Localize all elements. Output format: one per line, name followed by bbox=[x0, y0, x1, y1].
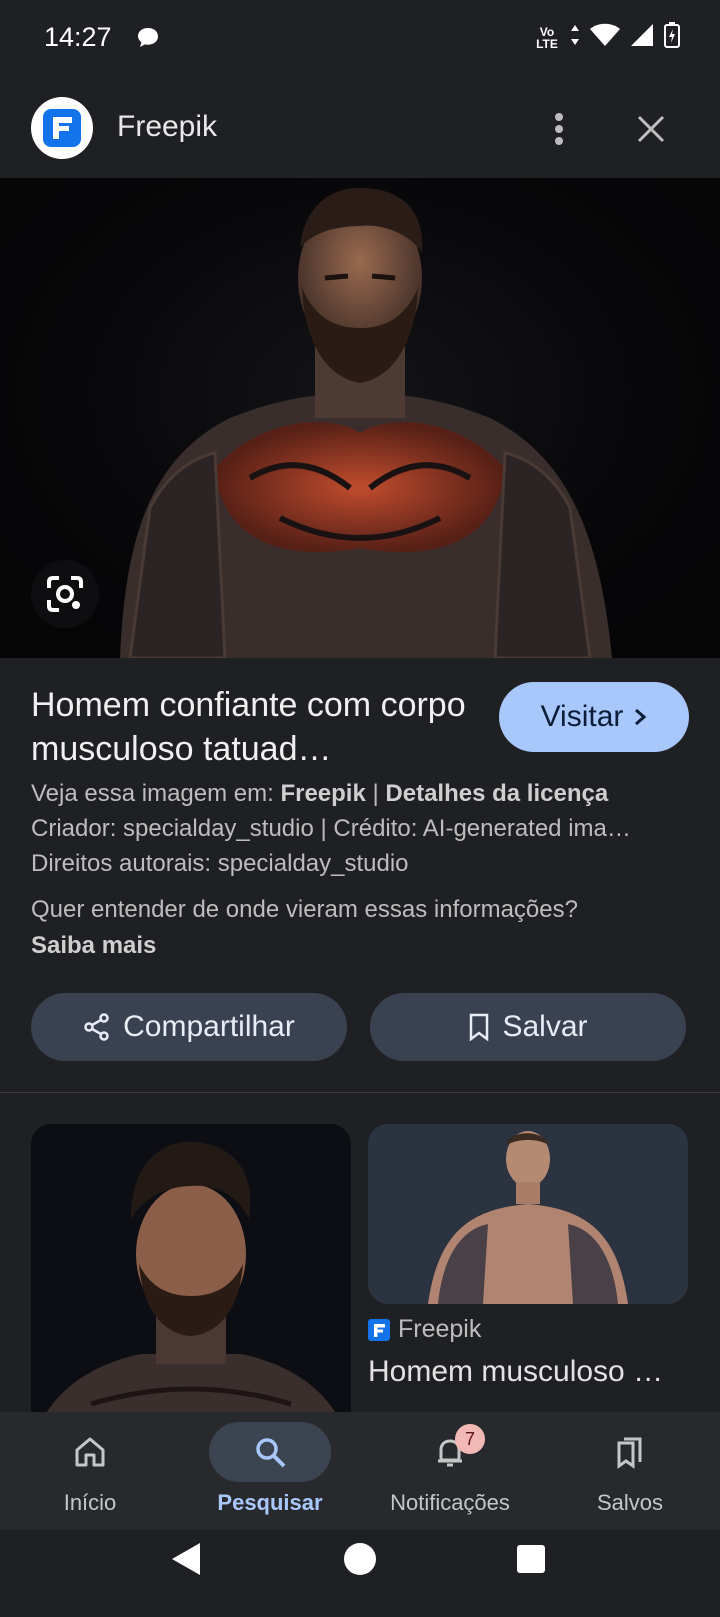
save-label: Salvar bbox=[502, 1010, 588, 1043]
source-header: Freepik bbox=[0, 80, 720, 178]
freepik-logo-icon[interactable] bbox=[31, 97, 93, 159]
source-prefix: Veja essa imagem em: bbox=[31, 780, 274, 807]
section-divider bbox=[0, 1092, 720, 1093]
source-separator: | bbox=[372, 780, 379, 807]
battery-icon bbox=[664, 22, 680, 53]
main-image[interactable] bbox=[0, 178, 720, 658]
notification-badge: 7 bbox=[455, 1424, 485, 1454]
nav-notifications-label: Notificações bbox=[390, 1490, 510, 1515]
bell-icon bbox=[389, 1422, 511, 1482]
related-source[interactable]: Freepik bbox=[368, 1315, 481, 1344]
bookmarks-icon bbox=[569, 1422, 691, 1482]
volte-icon: Vo LTE bbox=[536, 24, 558, 51]
bottom-navigation: Início Pesquisar 7 Notificações Salvos bbox=[0, 1412, 720, 1530]
related-man-portrait bbox=[31, 1141, 351, 1454]
tattooed-man-illustration bbox=[120, 187, 612, 658]
bookmark-icon bbox=[470, 1013, 489, 1041]
creator-line: Criador: specialday_studio | Crédito: AI… bbox=[31, 815, 631, 842]
related-source-name: Freepik bbox=[398, 1315, 482, 1343]
share-icon bbox=[84, 1013, 109, 1041]
close-button[interactable] bbox=[628, 106, 674, 152]
nav-search-label: Pesquisar bbox=[217, 1490, 323, 1515]
nav-saved[interactable]: Salvos bbox=[540, 1412, 720, 1530]
google-lens-button[interactable] bbox=[31, 560, 99, 628]
chevron-right-icon bbox=[635, 708, 647, 726]
close-icon bbox=[637, 115, 665, 143]
share-button[interactable]: Compartilhar bbox=[31, 993, 347, 1061]
related-image-2[interactable] bbox=[368, 1124, 688, 1304]
source-name-link[interactable]: Freepik bbox=[280, 780, 365, 807]
search-icon bbox=[209, 1422, 331, 1482]
back-icon bbox=[172, 1543, 200, 1575]
nav-home-label: Início bbox=[63, 1490, 117, 1515]
about-text: Quer entender de onde vieram essas infor… bbox=[31, 896, 578, 923]
visit-button[interactable]: Visitar bbox=[499, 682, 689, 752]
learn-more-link[interactable]: Saiba mais bbox=[31, 932, 156, 959]
nav-saved-label: Salvos bbox=[596, 1490, 664, 1515]
status-time: 14:27 bbox=[44, 22, 112, 52]
source-line: Veja essa imagem em: Freepik | Detalhes … bbox=[31, 780, 691, 808]
related-title[interactable]: Homem musculoso … bbox=[368, 1355, 668, 1389]
home-circle-icon bbox=[344, 1543, 376, 1575]
nav-home[interactable]: Início bbox=[0, 1412, 180, 1530]
nav-notifications[interactable]: 7 Notificações bbox=[360, 1412, 540, 1530]
lens-icon bbox=[47, 576, 83, 612]
save-button[interactable]: Salvar bbox=[370, 993, 686, 1061]
status-bar: 14:27 Vo LTE bbox=[0, 0, 720, 80]
system-navigation-bar bbox=[0, 1530, 720, 1612]
site-name[interactable]: Freepik bbox=[117, 110, 217, 144]
message-notification-icon bbox=[136, 26, 160, 55]
visit-label: Visitar bbox=[540, 700, 624, 733]
signal-icon bbox=[630, 23, 654, 52]
freepik-favicon-icon bbox=[368, 1318, 390, 1341]
recents-icon bbox=[517, 1545, 545, 1573]
data-arrows-icon bbox=[570, 24, 580, 51]
about-info: Quer entender de onde vieram essas infor… bbox=[31, 892, 631, 964]
result-title: Homem confiante com corpo musculoso tatu… bbox=[31, 686, 466, 768]
nav-search[interactable]: Pesquisar bbox=[180, 1412, 360, 1530]
license-details-link[interactable]: Detalhes da licença bbox=[385, 780, 608, 807]
home-icon bbox=[29, 1422, 151, 1482]
more-options-button[interactable] bbox=[541, 102, 577, 156]
more-vert-icon bbox=[555, 113, 563, 145]
wifi-icon bbox=[590, 23, 620, 52]
copyright-line: Direitos autorais: specialday_studio bbox=[31, 850, 409, 877]
related-image-1[interactable] bbox=[31, 1124, 351, 1454]
related-muscular-man bbox=[428, 1131, 628, 1304]
share-label: Compartilhar bbox=[123, 1010, 295, 1043]
